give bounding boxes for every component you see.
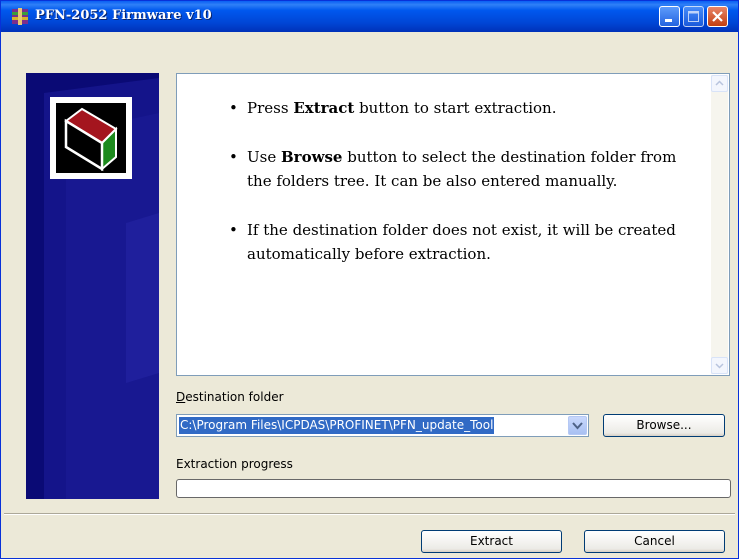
instruction-item: • If the destination folder does not exis… xyxy=(229,221,676,263)
archive-logo xyxy=(50,97,132,179)
vertical-scrollbar[interactable] xyxy=(711,75,728,374)
sfx-extract-window: PFN-2052 Firmware v10 • Press Extract bu… xyxy=(0,0,739,559)
destination-folder-combobox[interactable]: C:\Program Files\ICPDAS\PROFINET\PFN_upd… xyxy=(176,414,589,437)
close-button[interactable] xyxy=(707,6,728,27)
extract-button-label: Extract xyxy=(470,534,513,548)
chevron-up-icon xyxy=(715,80,724,86)
maximize-button[interactable] xyxy=(683,6,704,27)
title-bar[interactable]: PFN-2052 Firmware v10 xyxy=(1,1,738,32)
cancel-button[interactable]: Cancel xyxy=(584,530,725,553)
divider xyxy=(4,513,735,515)
instructions-list: • Press Extract button to start extractio… xyxy=(223,96,693,291)
destination-folder-value[interactable]: C:\Program Files\ICPDAS\PROFINET\PFN_upd… xyxy=(179,417,495,434)
chevron-down-icon xyxy=(572,422,583,430)
extraction-progress-label: Extraction progress xyxy=(176,457,293,471)
maximize-icon xyxy=(688,11,699,22)
close-icon xyxy=(712,11,723,22)
box-icon xyxy=(64,107,118,172)
minimize-icon xyxy=(665,19,672,22)
cancel-button-label: Cancel xyxy=(634,534,675,548)
dropdown-button[interactable] xyxy=(568,416,587,435)
extraction-progress-bar xyxy=(176,479,731,498)
scroll-down-button[interactable] xyxy=(711,357,728,374)
destination-folder-label: Destination folder xyxy=(176,390,284,404)
extract-button[interactable]: Extract xyxy=(421,530,562,553)
winrar-archive-icon xyxy=(12,8,28,25)
browse-button[interactable]: Browse... xyxy=(603,414,725,437)
minimize-button[interactable] xyxy=(659,6,680,27)
side-banner xyxy=(26,73,159,499)
chevron-down-icon xyxy=(715,363,724,369)
instructions-box: • Press Extract button to start extractio… xyxy=(176,73,730,376)
instruction-item: • Press Extract button to start extractio… xyxy=(229,99,557,117)
instruction-item: • Use Browse button to select the destina… xyxy=(229,148,677,190)
scroll-up-button[interactable] xyxy=(711,75,728,92)
browse-button-label: Browse... xyxy=(636,418,692,432)
window-title: PFN-2052 Firmware v10 xyxy=(35,8,212,23)
